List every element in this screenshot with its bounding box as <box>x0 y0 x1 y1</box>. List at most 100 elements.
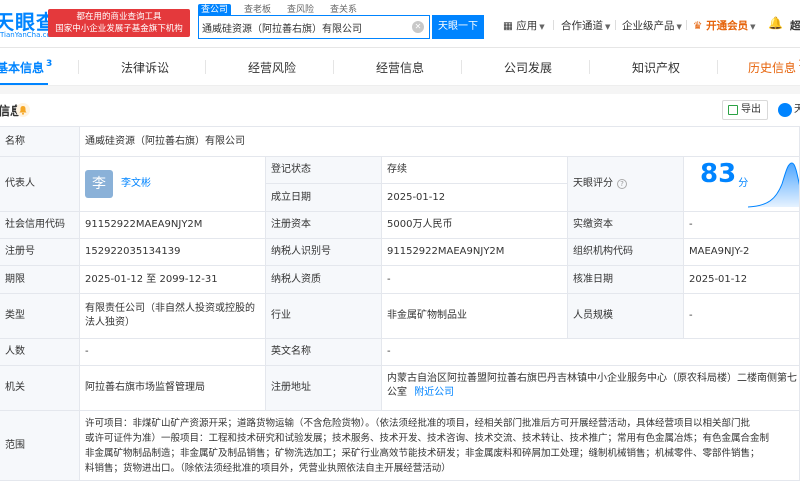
tab-divider <box>333 60 334 74</box>
legal-rep-label: 代表人 <box>0 157 80 212</box>
approve-date-label: 核准日期 <box>568 266 684 294</box>
reg-capital-label: 注册资本 <box>266 212 382 239</box>
scope-label: 范围 <box>0 411 80 481</box>
user-menu[interactable]: 超 <box>790 18 800 33</box>
tianyan-button[interactable]: 天 <box>776 100 800 120</box>
nav-divider <box>615 20 616 30</box>
reg-status-label: 登记状态 <box>266 157 382 184</box>
score-cell[interactable]: 83 分 <box>684 157 800 212</box>
tab-basic-info[interactable]: 基本信息 3 <box>0 59 52 76</box>
nav-divider <box>553 20 554 30</box>
nearby-company-link[interactable]: 附近公司 <box>414 387 454 398</box>
address-cell: 内蒙古自治区阿拉善盟阿拉善右旗巴丹吉林镇中小企业服务中心（原农科局楼）二楼南侧第… <box>382 366 800 411</box>
authority-value: 阿拉善右旗市场监督管理局 <box>80 366 266 411</box>
section-gap <box>0 86 800 94</box>
scope-line1: 许可项目：非煤矿山矿产资源开采；道路货物运输（不含危险货物）。（依法须经批准的项… <box>85 418 751 429</box>
slogan-line2: 国家中小企业发展子基金旗下机构 <box>55 24 183 34</box>
org-code-value: MAEA9NJY-2 <box>684 239 800 266</box>
legal-rep-cell: 李 李文彬 <box>80 157 266 212</box>
chevron-down-icon: ▼ <box>605 23 611 31</box>
score-value: 83 <box>700 159 737 189</box>
tab-divider <box>589 60 590 74</box>
credit-code-value: 91152922MAEA9NJY2M <box>80 212 266 239</box>
tab-divider <box>78 60 79 74</box>
company-tabs: 基本信息3 法律诉讼 经营风险 经营信息 公司发展 知识产权 历史信息1 <box>0 48 800 86</box>
chevron-down-icon: ▼ <box>539 23 545 31</box>
nav-vip-label: 开通会员 <box>706 20 749 32</box>
tab-divider <box>205 60 206 74</box>
search-type-tabs: 查公司 查老板 查风险 查关系 <box>198 2 370 16</box>
nav-enterprise[interactable]: 企业级产品 ▼ <box>622 18 682 33</box>
industry-value: 非金属矿物制品业 <box>382 294 568 339</box>
search-box: ✕ <box>198 15 430 39</box>
paid-capital-label: 实缴资本 <box>568 212 684 239</box>
reg-capital-value: 5000万人民币 <box>382 212 568 239</box>
export-button[interactable]: 导出 <box>722 100 768 120</box>
company-name-value: 通威硅资源（阿拉善右旗）有限公司 <box>80 127 800 157</box>
score-curve-icon <box>748 162 799 208</box>
slogan-line1: 都在用的商业查询工具 <box>76 12 162 22</box>
site-logo[interactable]: 天眼查 TianYanCha.com <box>0 6 58 42</box>
bell-icon[interactable]: 🔔 <box>768 16 783 30</box>
tab-legal[interactable]: 法律诉讼 <box>121 59 169 76</box>
legal-rep-link[interactable]: 李文彬 <box>121 177 151 191</box>
tab-history[interactable]: 历史信息1 <box>748 59 800 76</box>
nav-cooperation-label: 合作通道 <box>561 20 603 32</box>
basic-info-table: 名称 通威硅资源（阿拉善右旗）有限公司 代表人 李 李文彬 登记状态 存续 成立… <box>0 126 800 481</box>
top-header: 天眼查 TianYanCha.com 都在用的商业查询工具 国家中小企业发展子基… <box>0 0 800 48</box>
type-value: 有限责任公司（非自然人投资或控股的法人独资） <box>80 294 266 339</box>
score-label: 天眼评分 <box>573 178 613 189</box>
score-label-cell: 天眼评分 ? <box>568 157 684 212</box>
term-value: 2025-01-12 至 2099-12-31 <box>80 266 266 294</box>
scope-line2: 或许可证件为准）一般项目：工程和技术研究和试验发展；技术服务、技术开发、技术咨询… <box>85 433 770 444</box>
reg-no-value: 152922035134139 <box>80 239 266 266</box>
reg-status-value: 存续 <box>382 157 568 184</box>
chevron-down-icon: ▼ <box>750 23 756 31</box>
nav-apps[interactable]: ▦ 应用 ▼ <box>503 18 545 33</box>
reg-no-label: 注册号 <box>0 239 80 266</box>
nav-vip[interactable]: ♛ 开通会员 ▼ <box>693 18 755 33</box>
tab-basic-info-count: 3 <box>46 59 53 69</box>
excel-icon <box>728 105 738 115</box>
export-label: 导出 <box>741 104 761 115</box>
address-line2: 公室 <box>387 387 407 398</box>
company-name-label: 名称 <box>0 127 80 157</box>
paid-capital-value: - <box>684 212 800 239</box>
search-input[interactable] <box>202 19 407 35</box>
term-label: 期限 <box>0 266 80 294</box>
scope-line4: 料销售；货物进出口。（除依法须经批准的项目外，凭营业执照依法自主开展经营活动） <box>85 463 451 474</box>
help-icon[interactable]: ? <box>617 179 627 189</box>
scope-line3: 非金属矿物制品制造；非金属矿及制品销售；矿物洗选加工；采矿行业高效节能技术研发；… <box>85 448 760 459</box>
address-label: 注册地址 <box>266 366 382 411</box>
tab-risk[interactable]: 经营风险 <box>248 59 296 76</box>
tab-operation[interactable]: 经营信息 <box>376 59 424 76</box>
address-line2-wrap: 公室 附近公司 <box>387 386 794 400</box>
tianyan-icon <box>778 103 792 117</box>
english-name-label: 英文名称 <box>266 339 382 366</box>
scope-value: 许可项目：非煤矿山矿产资源开采；道路货物运输（不含危险货物）。（依法须经批准的项… <box>80 411 800 481</box>
tab-history-label: 历史信息 <box>748 61 797 75</box>
avatar[interactable]: 李 <box>85 170 113 198</box>
grid-icon: ▦ <box>503 20 513 32</box>
nav-cooperation[interactable]: 合作通道 ▼ <box>561 18 610 33</box>
score-unit: 分 <box>738 178 749 189</box>
address-line1: 内蒙古自治区阿拉善盟阿拉善右旗巴丹吉林镇中小企业服务中心（原农科局楼）二楼南侧第… <box>387 373 797 384</box>
search-button[interactable]: 天眼一下 <box>432 15 484 39</box>
nav-apps-label: 应用 <box>516 20 538 32</box>
type-label: 类型 <box>0 294 80 339</box>
industry-label: 行业 <box>266 294 382 339</box>
chevron-down-icon: ▼ <box>676 23 682 31</box>
taxpayer-qual-label: 纳税人资质 <box>266 266 382 294</box>
org-code-label: 组织机构代码 <box>568 239 684 266</box>
insured-value: - <box>80 339 266 366</box>
taxpayer-qual-value: - <box>382 266 568 294</box>
clear-icon[interactable]: ✕ <box>412 21 424 33</box>
insured-label: 人数 <box>0 339 80 366</box>
slogan-banner: 都在用的商业查询工具 国家中小企业发展子基金旗下机构 <box>48 9 190 37</box>
tab-development[interactable]: 公司发展 <box>504 59 552 76</box>
monitor-icon[interactable] <box>16 103 30 117</box>
tab-basic-info-label: 基本信息 <box>0 61 45 75</box>
staff-label: 人员规模 <box>568 294 684 339</box>
tab-ip[interactable]: 知识产权 <box>632 59 680 76</box>
found-date-value: 2025-01-12 <box>382 184 568 212</box>
